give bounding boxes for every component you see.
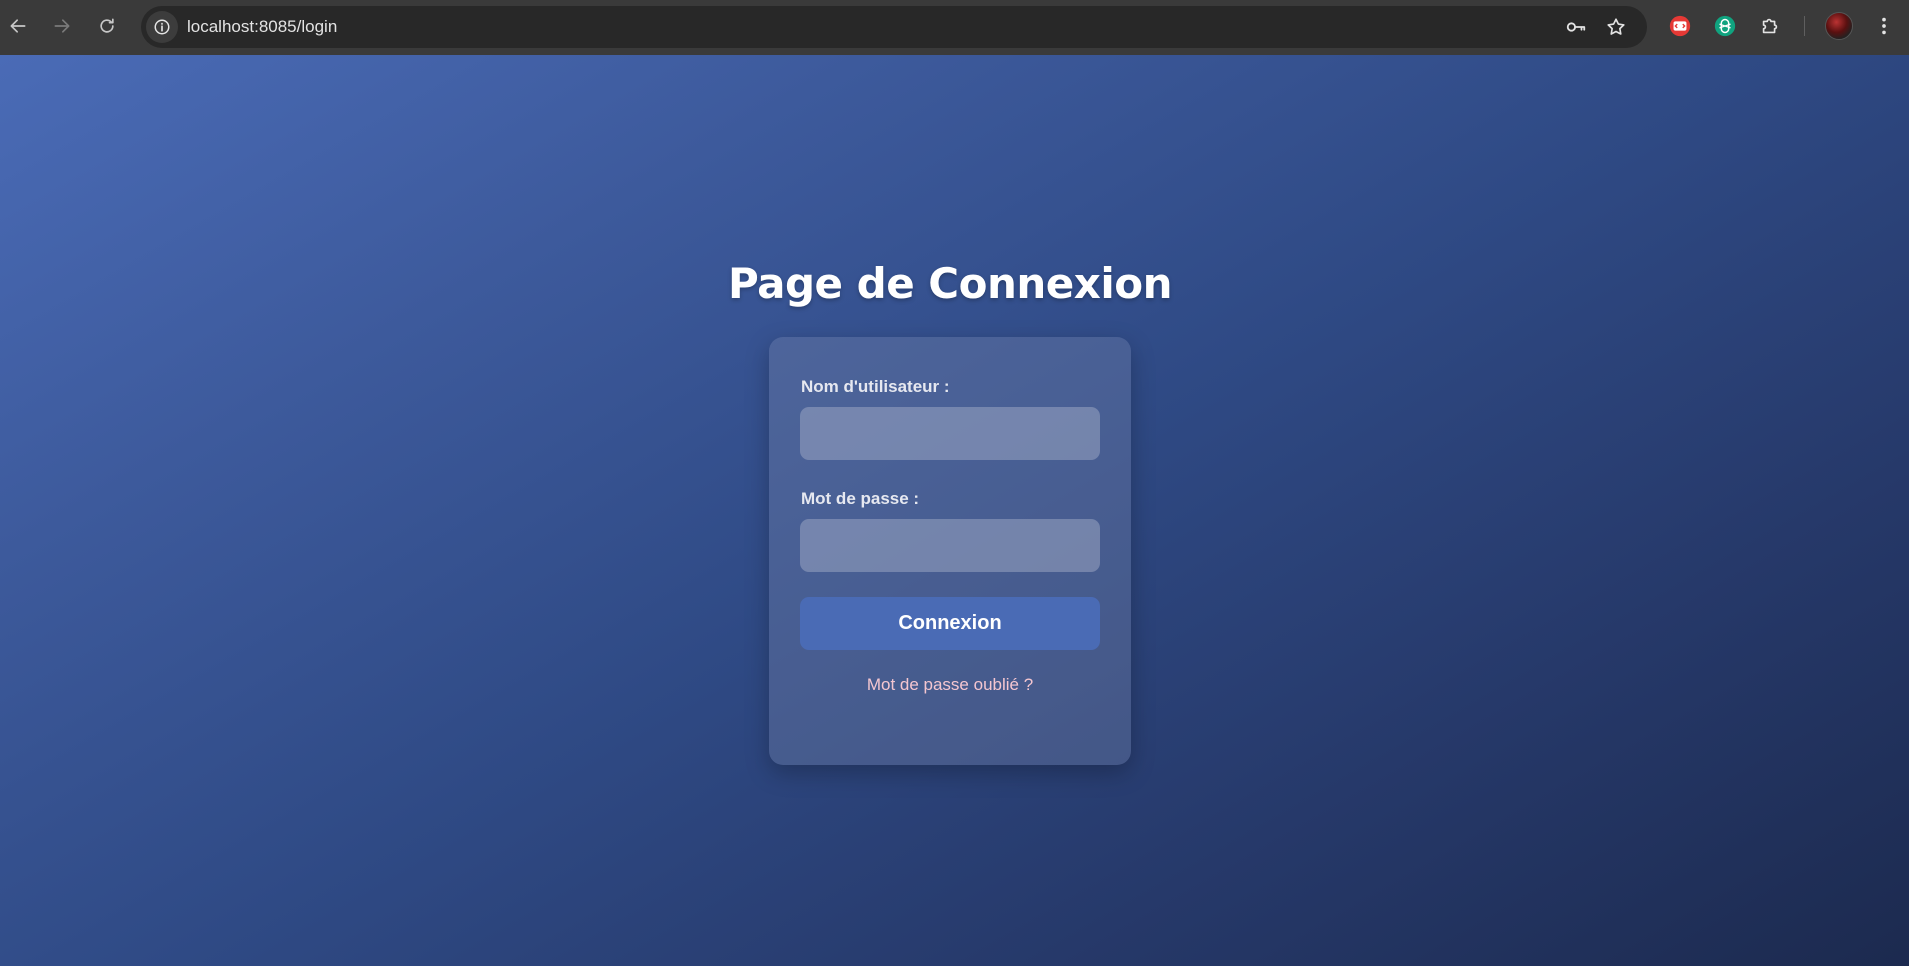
page-title: Page de Connexion [727, 259, 1173, 308]
extensions-button[interactable] [1757, 13, 1783, 39]
toolbar-divider [1804, 16, 1805, 36]
kebab-menu-icon [1882, 17, 1886, 35]
address-bar[interactable]: localhost:8085/login [141, 6, 1647, 48]
browser-toolbar: localhost:8085/login [0, 0, 1909, 55]
reload-icon [100, 18, 114, 33]
back-button[interactable] [4, 12, 32, 40]
bookmark-button[interactable] [1604, 15, 1628, 39]
key-icon [1566, 22, 1586, 32]
profile-avatar[interactable] [1825, 12, 1853, 40]
login-page: Page de Connexion Nom d'utilisateur : Mo… [0, 55, 1909, 966]
reload-button[interactable] [93, 12, 121, 40]
username-input[interactable] [800, 407, 1100, 460]
password-manager-button[interactable] [1564, 15, 1588, 39]
forgot-password-link[interactable]: Mot de passe oublié ? [769, 675, 1131, 695]
password-label: Mot de passe : [801, 489, 920, 508]
arrow-right-icon [54, 19, 70, 33]
star-icon [1607, 18, 1625, 35]
password-input[interactable] [800, 519, 1100, 572]
arrow-left-icon [10, 19, 26, 33]
username-label: Nom d'utilisateur : [801, 377, 950, 396]
login-button[interactable]: Connexion [800, 597, 1100, 650]
browser-menu-button[interactable] [1870, 12, 1898, 40]
chatgpt-extension-button[interactable] [1712, 13, 1738, 39]
code-extension-button[interactable] [1667, 13, 1693, 39]
info-icon [154, 19, 170, 35]
url-text[interactable]: localhost:8085/login [187, 6, 337, 48]
login-form: Nom d'utilisateur : Mot de passe : Conne… [769, 337, 1131, 765]
chatgpt-extension-icon [1714, 15, 1736, 37]
code-extension-icon [1669, 15, 1691, 37]
forward-button[interactable] [48, 12, 76, 40]
site-info-button[interactable] [146, 11, 178, 43]
puzzle-icon [1762, 18, 1778, 34]
